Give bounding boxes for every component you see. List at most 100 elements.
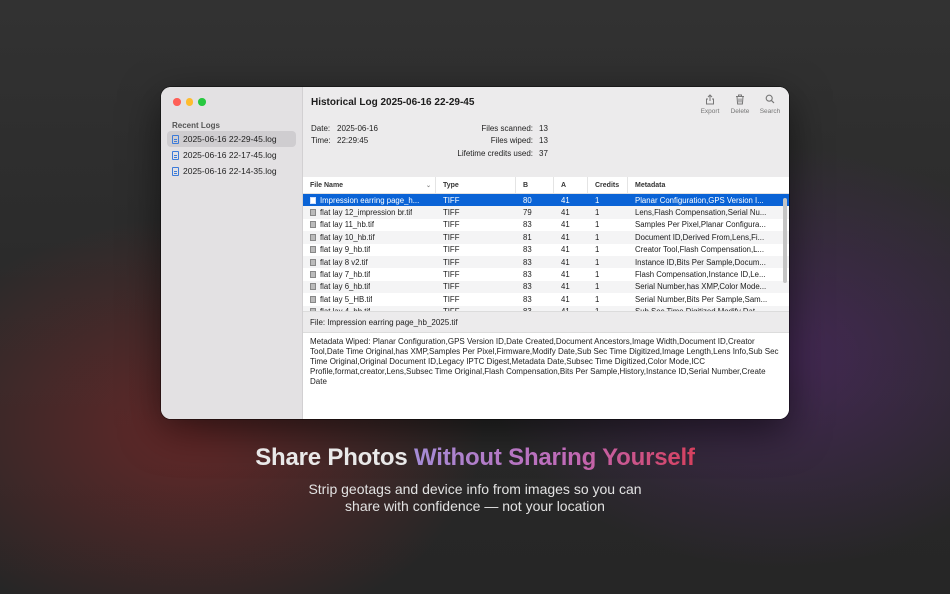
- log-title: Historical Log 2025-06-16 22-29-45: [311, 97, 475, 108]
- cell-meta: Instance ID,Bits Per Sample,Docum...: [635, 257, 766, 267]
- table-row[interactable]: flat lay 12_impression br.tif TIFF 79 41 1 Le…: [303, 206, 789, 219]
- log-stats: Files scanned: 13 Files wiped: 13 Lifetime…: [443, 122, 548, 160]
- files-scanned-label: Files scanned:: [481, 123, 533, 133]
- image-file-icon: [310, 258, 316, 266]
- table-row[interactable]: flat lay 8 v2.tif TIFF 83 41 1 Instance ID,Bi…: [303, 255, 789, 269]
- trash-icon: [734, 93, 746, 105]
- cell-type: TIFF: [443, 220, 460, 230]
- column-label: A: [561, 181, 567, 189]
- cell-meta: Samples Per Pixel,Planar Configura...: [635, 220, 766, 230]
- marketing-subtitle: Strip geotags and device info from image…: [0, 481, 950, 515]
- log-datetime: Date: 2025-06-16 Time: 22:29:45: [311, 122, 378, 146]
- zoom-window-button[interactable]: [198, 98, 206, 106]
- share-icon: [704, 93, 716, 105]
- cell-credits: 1: [595, 257, 600, 267]
- column-label: B: [523, 181, 529, 189]
- sidebar-item-label: 2025-06-16 22-29-45.log: [183, 134, 277, 144]
- image-file-icon: [310, 283, 316, 291]
- column-credits[interactable]: Credits: [588, 177, 628, 193]
- cell-credits: 1: [595, 232, 600, 242]
- table-row[interactable]: flat lay 10_hb.tif TIFF 81 41 1 Document ID,D…: [303, 231, 789, 244]
- cell-a: 41: [561, 220, 570, 230]
- cell-b: 83: [523, 257, 532, 267]
- sidebar-item-label: 2025-06-16 22-14-35.log: [183, 166, 277, 176]
- files-wiped-label: Files wiped:: [490, 136, 533, 146]
- toolbar: Export Delete Search: [699, 93, 781, 115]
- table-row[interactable]: Impression earring page_h... TIFF 80 41 1 Pla…: [303, 194, 789, 207]
- delete-button[interactable]: Delete: [729, 93, 751, 115]
- export-button[interactable]: Export: [699, 93, 721, 115]
- metadata-wiped-text: Metadata Wiped: Planar Configuration,GPS…: [310, 337, 779, 386]
- close-window-button[interactable]: [173, 98, 181, 106]
- table-row[interactable]: flat lay 7_hb.tif TIFF 83 41 1 Flash Compensa…: [303, 268, 789, 280]
- sidebar-item-log-2[interactable]: 2025-06-16 22-17-45.log: [167, 147, 296, 163]
- magnifier-icon: [764, 93, 776, 105]
- document-icon: [172, 134, 179, 144]
- log-header: Historical Log 2025-06-16 22-29-45 Expor…: [303, 87, 789, 177]
- file-name-text: flat lay 7_hb.tif: [320, 270, 371, 280]
- column-label: Credits: [595, 181, 620, 189]
- cell-type: TIFF: [443, 195, 460, 205]
- cell-type: TIFF: [443, 208, 460, 218]
- cell-name: flat lay 7_hb.tif: [303, 270, 436, 279]
- sidebar-item-label: 2025-06-16 22-17-45.log: [183, 150, 277, 160]
- image-file-icon: [310, 196, 316, 204]
- cell-b: 83: [523, 220, 532, 230]
- credits-used-value: 37: [539, 148, 548, 158]
- column-type[interactable]: Type: [436, 177, 516, 193]
- files-table: File Name ⌄ Type B A Credits Metadata Imp…: [303, 177, 789, 311]
- column-b[interactable]: B: [516, 177, 554, 193]
- cell-type: TIFF: [443, 257, 460, 267]
- delete-label: Delete: [730, 108, 750, 115]
- search-label: Search: [759, 108, 781, 115]
- cell-type: TIFF: [443, 282, 460, 292]
- minimize-window-button[interactable]: [185, 98, 193, 106]
- sort-chevron-icon: ⌄: [425, 183, 431, 189]
- cell-meta: Flash Compensation,Instance ID,Le...: [635, 270, 766, 280]
- credits-used-label: Lifetime credits used:: [457, 148, 533, 158]
- marketing-headline: Share Photos Without Sharing Yourself: [0, 444, 950, 472]
- table-row[interactable]: flat lay 6_hb.tif TIFF 83 41 1 Serial Number,…: [303, 280, 789, 294]
- sidebar-item-log-3[interactable]: 2025-06-16 22-14-35.log: [167, 163, 296, 179]
- table-row[interactable]: flat lay 11_hb.tif TIFF 83 41 1 Samples Per P…: [303, 219, 789, 231]
- recent-logs-list: 2025-06-16 22-29-45.log 2025-06-16 22-17…: [167, 131, 296, 179]
- image-file-icon: [310, 233, 316, 241]
- files-scanned-value: 13: [539, 123, 548, 133]
- file-name-text: flat lay 10_hb.tif: [320, 232, 375, 242]
- column-file-name[interactable]: File Name ⌄: [303, 177, 436, 193]
- search-button[interactable]: Search: [759, 93, 781, 115]
- column-a[interactable]: A: [554, 177, 588, 193]
- image-file-icon: [310, 209, 316, 217]
- table-header: File Name ⌄ Type B A Credits Metadata: [303, 177, 789, 194]
- cell-b: 80: [523, 195, 532, 205]
- cell-a: 41: [561, 195, 570, 205]
- cell-credits: 1: [595, 270, 600, 280]
- column-label: Type: [443, 181, 459, 189]
- cell-type: TIFF: [443, 245, 460, 255]
- table-scrollbar[interactable]: [783, 198, 787, 283]
- column-metadata[interactable]: Metadata: [628, 177, 789, 193]
- cell-meta: Planar Configuration,GPS Version I...: [635, 195, 764, 205]
- main-pane: Historical Log 2025-06-16 22-29-45 Expor…: [303, 87, 789, 419]
- cell-a: 41: [561, 208, 570, 218]
- cell-b: 83: [523, 294, 532, 304]
- table-row[interactable]: flat lay 9_hb.tif TIFF 83 41 1 Creator Tool,F…: [303, 244, 789, 256]
- headline-gradient: Without Sharing Yourself: [414, 444, 695, 471]
- cell-name: flat lay 9_hb.tif: [303, 245, 436, 254]
- cell-b: 83: [523, 270, 532, 280]
- cell-type: TIFF: [443, 232, 460, 242]
- cell-b: 81: [523, 232, 532, 242]
- file-name-text: flat lay 11_hb.tif: [320, 220, 375, 230]
- sidebar-item-log-1[interactable]: 2025-06-16 22-29-45.log: [167, 131, 296, 147]
- file-name-text: flat lay 5_HB.tif: [320, 294, 373, 304]
- cell-a: 41: [561, 294, 570, 304]
- cell-b: 79: [523, 208, 532, 218]
- table-row[interactable]: flat lay 5_HB.tif TIFF 83 41 1 Serial Number,…: [303, 293, 789, 305]
- file-name-text: flat lay 12_impression br.tif: [320, 208, 413, 218]
- time-value: 22:29:45: [337, 135, 369, 145]
- cell-credits: 1: [595, 220, 600, 230]
- image-file-icon: [310, 221, 316, 229]
- cell-a: 41: [561, 270, 570, 280]
- cell-name: flat lay 12_impression br.tif: [303, 208, 436, 217]
- cell-name: flat lay 5_HB.tif: [303, 295, 436, 304]
